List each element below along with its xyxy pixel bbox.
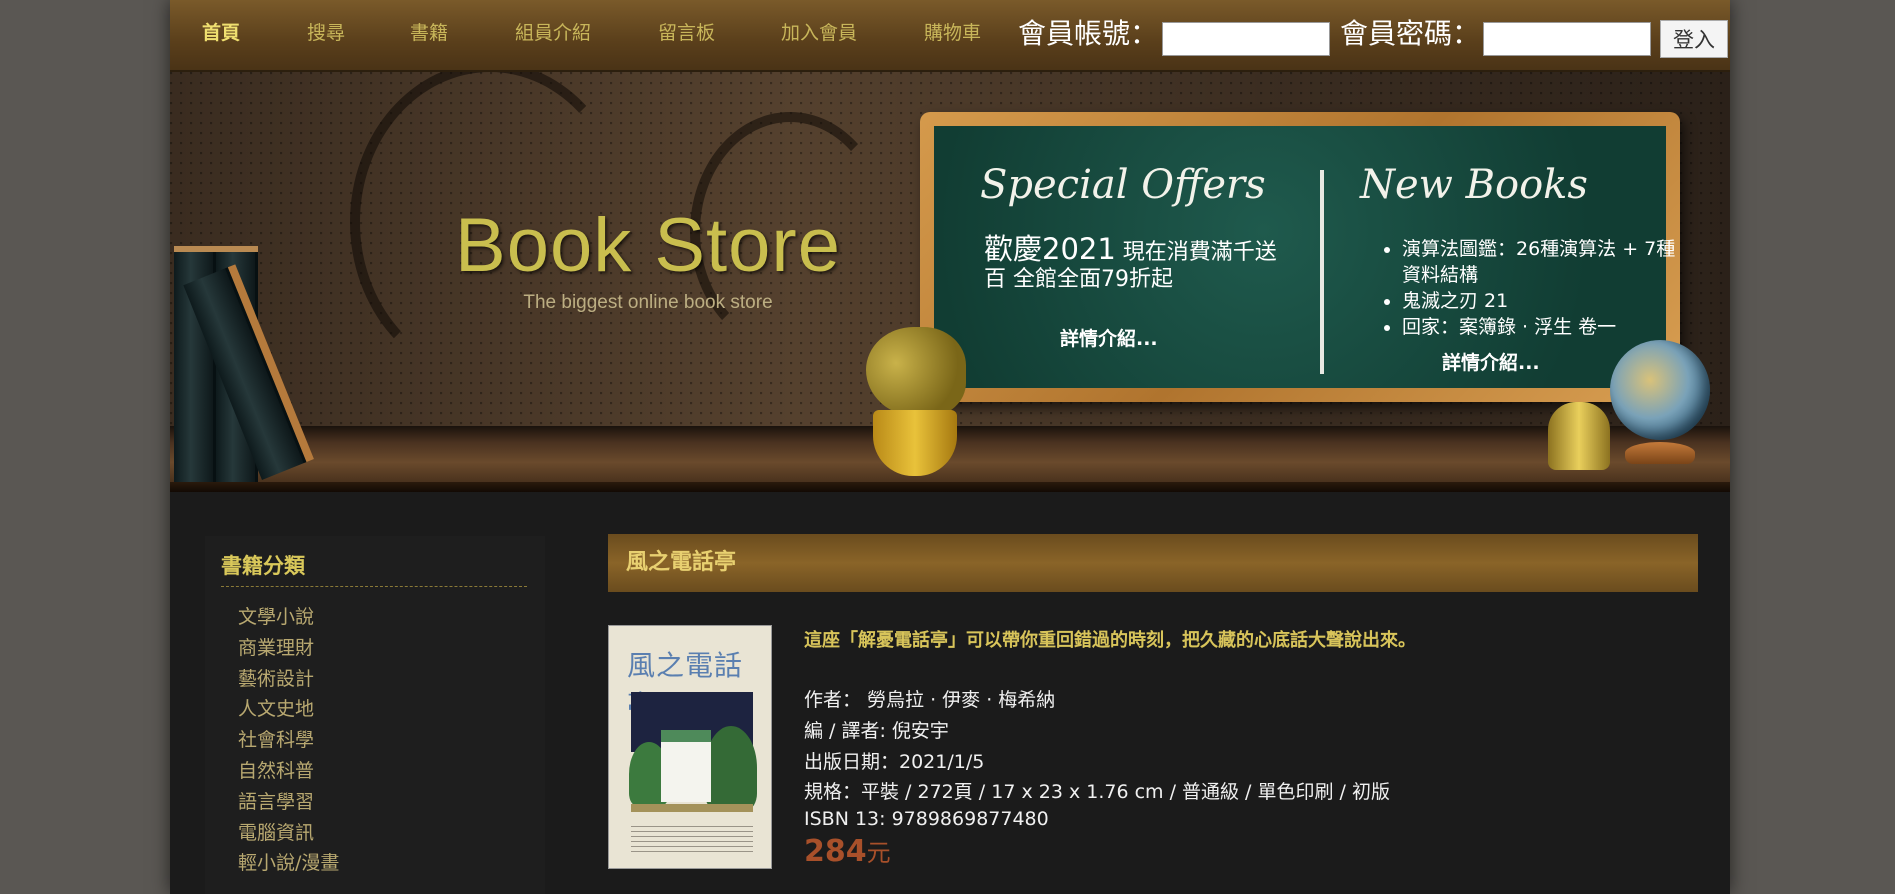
cover-house [661, 730, 711, 802]
product-tagline: 這座「解憂電話亭」可以帶你重回錯過的時刻，把久藏的心底話大聲說出來。 [804, 630, 1416, 651]
new-book-item[interactable]: 演算法圖鑑：26種演算法 + 7種資料結構 [1402, 236, 1682, 288]
shelf-edge [170, 482, 1730, 492]
password-input[interactable] [1483, 22, 1651, 56]
product-spec: 規格：平裝 / 272頁 / 17 x 23 x 1.76 cm / 普通級 /… [804, 781, 1390, 803]
special-offer-text: 歡慶2021 現在消費滿千送百 全館全面79折起 [984, 235, 1284, 293]
product-isbn: ISBN 13: 9789869877480 [804, 808, 1049, 830]
category-item[interactable]: 商業理財 [238, 633, 339, 664]
price-unit: 元 [866, 839, 891, 867]
new-books-detail-link[interactable]: 詳情介紹... [1442, 348, 1540, 375]
offer-highlight: 歡慶2021 [984, 232, 1116, 266]
product-translator: 編 / 譯者: 倪安宇 [804, 720, 949, 742]
new-books-heading: New Books [1360, 162, 1588, 208]
product-price: 284元 [804, 833, 891, 869]
product-header-bar: 風之電話亭 [608, 534, 1698, 592]
category-item[interactable]: 自然科普 [238, 756, 339, 787]
new-books-list: 演算法圖鑑：26種演算法 + 7種資料結構 鬼滅之刃 21 回家：案簿錄 · 浮… [1374, 236, 1682, 340]
chalkboard-frame: Special Offers 歡慶2021 現在消費滿千送百 全館全面79折起 … [920, 112, 1680, 402]
price-value: 284 [804, 834, 867, 869]
cover-ground [631, 804, 753, 812]
login-button[interactable]: 登入 [1660, 20, 1728, 58]
globe-stand [1625, 442, 1695, 464]
sidebar-title: 書籍分類 [221, 554, 305, 578]
new-book-item[interactable]: 鬼滅之刃 21 [1402, 288, 1682, 314]
category-item[interactable]: 電腦資訊 [238, 818, 339, 849]
nav-item-cart[interactable]: 購物車 [924, 18, 981, 48]
nav-item-search[interactable]: 搜尋 [307, 18, 345, 48]
nav-item-home[interactable]: 首頁 [202, 18, 240, 48]
nav-item-guestbook[interactable]: 留言板 [658, 18, 715, 48]
password-label: 會員密碼： [1340, 17, 1481, 50]
nav-item-members[interactable]: 組員介紹 [515, 18, 591, 48]
book-cover-image[interactable]: 風之電話亭 [608, 625, 772, 869]
category-item[interactable]: 藝術設計 [238, 664, 339, 695]
chalk-divider [1320, 170, 1324, 374]
product-author: 作者： 勞烏拉 · 伊麥 · 梅希納 [804, 689, 1056, 711]
brand-title: Book Store [455, 203, 841, 288]
page-container: 首頁 搜尋 書籍 組員介紹 留言板 加入會員 購物車 會員帳號： 會員密碼： 登… [170, 0, 1730, 894]
special-offers-heading: Special Offers [980, 162, 1266, 208]
top-nav: 首頁 搜尋 書籍 組員介紹 留言板 加入會員 購物車 會員帳號： 會員密碼： 登… [170, 0, 1730, 72]
special-offers-detail-link[interactable]: 詳情介紹... [1060, 324, 1158, 351]
account-label: 會員帳號： [1018, 17, 1159, 50]
nav-item-books[interactable]: 書籍 [410, 18, 448, 48]
chalkboard: Special Offers 歡慶2021 現在消費滿千送百 全館全面79折起 … [934, 126, 1675, 388]
cover-text-lines [631, 822, 753, 856]
hero-banner: Book Store The biggest online book store… [170, 72, 1730, 492]
plant-icon [866, 327, 966, 417]
new-book-item[interactable]: 回家：案簿錄 · 浮生 卷一 [1402, 314, 1682, 340]
category-sidebar: 書籍分類 文學小說 商業理財 藝術設計 人文史地 社會科學 自然科普 語言學習 … [205, 536, 545, 894]
category-item[interactable]: 輕小說/漫畫 [238, 848, 339, 879]
globe-icon [1610, 340, 1710, 440]
category-item[interactable]: 人文史地 [238, 694, 339, 725]
category-item[interactable]: 社會科學 [238, 725, 339, 756]
brand-subtitle: The biggest online book store [523, 292, 773, 313]
category-list: 文學小說 商業理財 藝術設計 人文史地 社會科學 自然科普 語言學習 電腦資訊 … [238, 602, 339, 879]
category-item[interactable]: 語言學習 [238, 787, 339, 818]
product-publish-date: 出版日期：2021/1/5 [804, 751, 985, 773]
nav-item-join[interactable]: 加入會員 [781, 18, 857, 48]
category-item[interactable]: 文學小說 [238, 602, 339, 633]
sidebar-divider [221, 586, 527, 587]
product-title: 風之電話亭 [626, 550, 737, 575]
account-input[interactable] [1162, 22, 1330, 56]
cover-tree [705, 726, 757, 810]
bell-icon [1548, 402, 1610, 470]
